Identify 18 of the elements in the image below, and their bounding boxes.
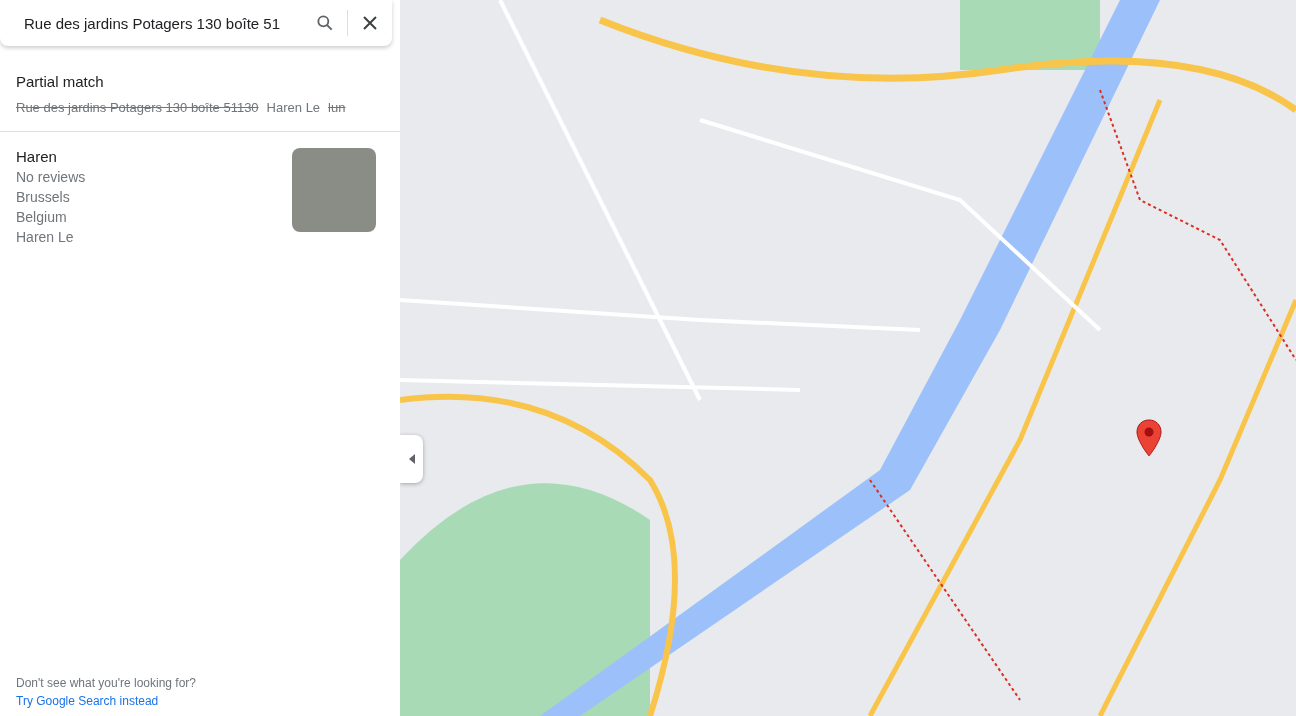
partial-match-title: Partial match xyxy=(16,73,105,90)
place-detail: Belgium xyxy=(16,208,68,227)
place-detail: Brussels xyxy=(16,188,71,207)
search-box[interactable]: Rue des jardins Potagers 130 boîte 51 xyxy=(0,0,392,46)
result-item[interactable]: Haren No reviews Brussels Belgium Haren Le xyxy=(0,132,400,263)
search-icon xyxy=(315,13,335,33)
match-term: Rue des jardins Potagers 130 boîte 51130 xyxy=(16,100,259,115)
collapse-panel-button[interactable] xyxy=(400,435,423,483)
google-search-link[interactable]: Try Google Search instead xyxy=(16,694,159,708)
match-term: lun xyxy=(328,100,346,115)
caret-icon xyxy=(408,454,415,464)
footer-prompt: Don't see what you're looking for? xyxy=(16,675,198,692)
close-icon xyxy=(362,15,378,31)
map-pin-icon xyxy=(1135,419,1163,457)
place-detail: No reviews xyxy=(16,168,86,187)
place-detail: Haren Le xyxy=(16,228,75,247)
match-term: Haren Le xyxy=(266,100,321,115)
place-name: Haren xyxy=(16,148,58,165)
